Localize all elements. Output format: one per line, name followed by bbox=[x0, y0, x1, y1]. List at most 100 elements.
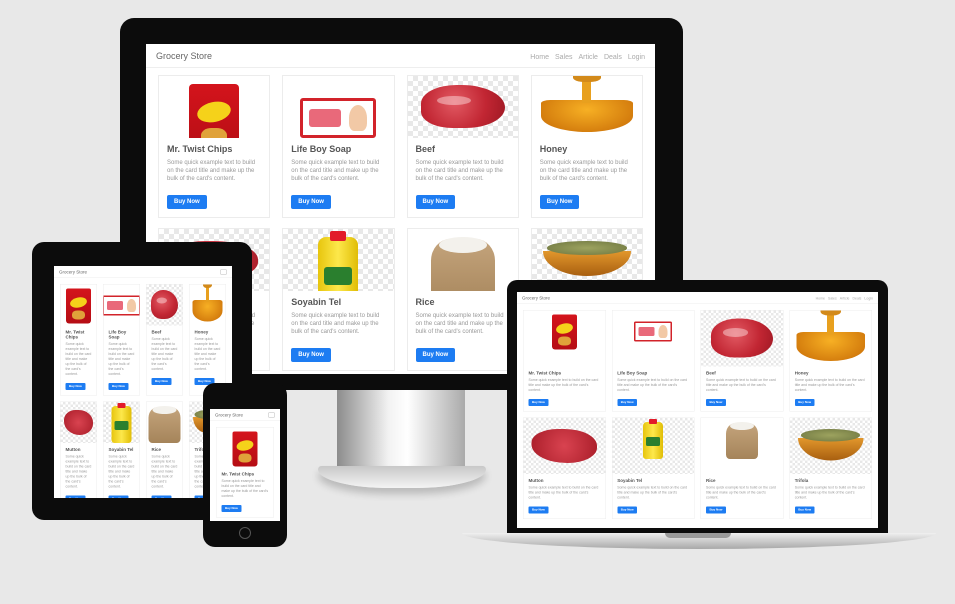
buy-now-button[interactable]: Buy Now bbox=[291, 348, 331, 362]
card-title: Life Boy Soap bbox=[617, 370, 648, 376]
rice-sack-icon bbox=[430, 237, 495, 291]
card-body: Life Boy Soap Some quick example text to … bbox=[283, 138, 393, 217]
buy-now-button[interactable]: Buy Now bbox=[291, 195, 331, 209]
chips-pack-icon bbox=[189, 84, 240, 138]
product-image-chips-pack bbox=[61, 285, 97, 326]
navbar-toggler-icon[interactable] bbox=[268, 412, 275, 418]
nav-link-article[interactable]: Article bbox=[579, 54, 598, 61]
buy-now-button[interactable]: Buy Now bbox=[706, 506, 726, 514]
card-body: Mr. Twist Chips Some quick example text t… bbox=[524, 367, 606, 412]
product-image-beef-meat bbox=[701, 310, 783, 367]
card-title: Mr. Twist Chips bbox=[167, 144, 233, 154]
chips-pack-icon bbox=[66, 288, 91, 324]
card-title: Life Boy Soap bbox=[291, 144, 352, 154]
card-text: Some quick example text to build on the … bbox=[415, 313, 504, 335]
card-body: Soyabin Tel Some quick example text to bu… bbox=[612, 474, 694, 519]
buy-now-button[interactable]: Buy Now bbox=[167, 195, 207, 209]
card-title: Trifola bbox=[794, 478, 809, 483]
oil-bottle-icon bbox=[318, 231, 359, 291]
nav-link-login[interactable]: Login bbox=[864, 297, 873, 301]
phone-page: Grocery Store Mr. Twist Chips Some quick e… bbox=[210, 409, 280, 521]
nav-link-deals[interactable]: Deals bbox=[852, 297, 861, 301]
navbar-links: Home Sales Article Deals Login bbox=[524, 51, 645, 61]
buy-now-button[interactable]: Buy Now bbox=[65, 495, 86, 498]
navbar: Grocery Store Home Sales Article Deals Login bbox=[146, 44, 655, 68]
buy-now-button[interactable]: Buy Now bbox=[108, 495, 129, 498]
product-image-chips-pack bbox=[217, 428, 274, 468]
buy-now-button[interactable]: Buy Now bbox=[794, 506, 815, 514]
phone-home-button[interactable] bbox=[239, 527, 251, 539]
product-image-mutton-meat bbox=[60, 402, 97, 443]
buy-now-button[interactable]: Buy Now bbox=[706, 399, 726, 406]
card-text: Some quick example text to build on the … bbox=[415, 160, 504, 182]
buy-now-button[interactable]: Buy Now bbox=[528, 399, 549, 406]
card-title: Mutton bbox=[65, 447, 81, 452]
card-text: Some quick example text to build on the … bbox=[151, 337, 178, 372]
soap-box-icon bbox=[103, 295, 140, 316]
card-body: Beef Some quick example text to build on … bbox=[408, 138, 518, 217]
navbar-brand[interactable]: Grocery Store bbox=[156, 51, 212, 61]
nav-link-home[interactable]: Home bbox=[816, 297, 825, 301]
product-image-rice-sack bbox=[701, 418, 783, 474]
card-title: Honey bbox=[539, 144, 568, 154]
product-card: Mr. Twist Chips Some quick example text t… bbox=[60, 284, 97, 396]
card-title: Rice bbox=[706, 478, 716, 483]
soap-box-icon bbox=[300, 98, 377, 138]
card-body: Mr. Twist Chips Some quick example text t… bbox=[61, 326, 97, 396]
nav-link-login[interactable]: Login bbox=[628, 54, 645, 61]
card-text: Some quick example text to build on the … bbox=[617, 378, 688, 393]
product-image-chips-pack bbox=[159, 76, 269, 138]
product-image-chips-pack bbox=[524, 311, 606, 367]
buy-now-button[interactable]: Buy Now bbox=[108, 383, 129, 390]
buy-now-button[interactable]: Buy Now bbox=[415, 348, 456, 362]
product-image-beef-meat bbox=[146, 284, 183, 326]
card-title: Soyabin Tel bbox=[291, 297, 342, 307]
navbar-brand[interactable]: Grocery Store bbox=[59, 269, 87, 274]
navbar-brand[interactable]: Grocery Store bbox=[522, 295, 550, 300]
product-card: Honey Some quick example text to build on… bbox=[189, 284, 226, 396]
card-text: Some quick example text to build on the … bbox=[794, 378, 865, 393]
buy-now-button[interactable]: Buy Now bbox=[617, 506, 638, 514]
product-card: Rice Some quick example text to build on … bbox=[146, 401, 183, 498]
card-title: Mr. Twist Chips bbox=[221, 471, 255, 477]
buy-now-button[interactable]: Buy Now bbox=[221, 505, 242, 512]
buy-now-button[interactable]: Buy Now bbox=[151, 378, 172, 385]
card-body: Life Boy Soap Some quick example text to … bbox=[612, 367, 694, 412]
buy-now-button[interactable]: Buy Now bbox=[415, 195, 456, 209]
monitor-stand-base bbox=[318, 466, 486, 488]
product-card: Soyabin Tel Some quick example text to bu… bbox=[103, 401, 140, 498]
product-card: Soyabin Tel Some quick example text to bu… bbox=[611, 417, 695, 519]
nav-link-sales[interactable]: Sales bbox=[555, 54, 573, 61]
card-title: Soyabin Tel bbox=[617, 478, 643, 483]
product-card: Life Boy Soap Some quick example text to … bbox=[103, 284, 140, 396]
buy-now-button[interactable]: Buy Now bbox=[151, 495, 172, 498]
navbar-links: Home Sales Article Deals Login bbox=[813, 295, 873, 301]
product-image-mutton-meat bbox=[523, 418, 606, 474]
product-image-rice-sack bbox=[408, 229, 518, 291]
buy-now-button[interactable]: Buy Now bbox=[65, 383, 86, 390]
card-body: Beef Some quick example text to build on … bbox=[147, 326, 183, 391]
card-text: Some quick example text to build on the … bbox=[291, 160, 380, 182]
navbar-toggler-icon[interactable] bbox=[220, 269, 227, 275]
card-title: Honey bbox=[194, 329, 209, 335]
product-card: Rice Some quick example text to build on … bbox=[700, 417, 784, 519]
nav-link-home[interactable]: Home bbox=[530, 54, 549, 61]
product-card: Soyabin Tel Some quick example text to bu… bbox=[282, 228, 395, 371]
product-card: Life Boy Soap Some quick example text to … bbox=[282, 75, 395, 218]
nav-link-article[interactable]: Article bbox=[840, 297, 850, 301]
card-text: Some quick example text to build on the … bbox=[528, 486, 599, 500]
chips-pack-icon bbox=[551, 314, 577, 350]
buy-now-button[interactable]: Buy Now bbox=[528, 506, 549, 514]
laptop-screen: Grocery Store Home Sales Article Deals Login M… bbox=[517, 292, 878, 528]
buy-now-button[interactable]: Buy Now bbox=[539, 195, 580, 209]
rice-sack-icon bbox=[148, 406, 181, 443]
laptop-notch bbox=[665, 533, 731, 538]
nav-link-sales[interactable]: Sales bbox=[828, 297, 837, 301]
buy-now-button[interactable]: Buy Now bbox=[794, 399, 815, 406]
product-image-oil-bottle bbox=[612, 418, 694, 474]
navbar-brand[interactable]: Grocery Store bbox=[215, 412, 243, 417]
product-card: Beef Some quick example text to build on … bbox=[406, 75, 519, 218]
nav-link-deals[interactable]: Deals bbox=[604, 54, 622, 61]
buy-now-button[interactable]: Buy Now bbox=[617, 399, 638, 406]
product-card: Mutton Some quick example text to build o… bbox=[523, 417, 606, 519]
